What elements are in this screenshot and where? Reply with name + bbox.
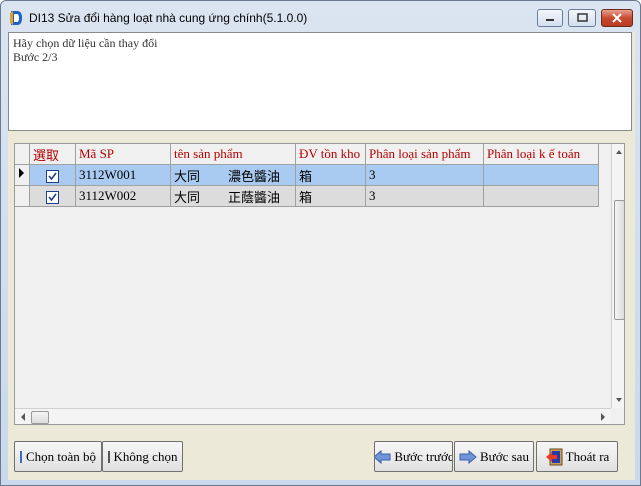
select-cell[interactable] bbox=[29, 164, 76, 186]
client-area: Hãy chọn dữ liệu cần thay đổi Bước 2/3 選… bbox=[8, 32, 635, 480]
select-all-button[interactable]: Chọn toàn bộ bbox=[14, 441, 102, 472]
exit-label: Thoát ra bbox=[565, 448, 610, 464]
scroll-right-icon[interactable] bbox=[597, 409, 609, 425]
col-header-acct[interactable]: Phân loại k ế toán bbox=[483, 144, 599, 165]
exit-button[interactable]: Thoát ra bbox=[536, 441, 618, 472]
checkmark-icon bbox=[48, 193, 57, 201]
previous-step-button[interactable]: Bước trước bbox=[374, 441, 453, 472]
category-cell[interactable]: 3 bbox=[365, 185, 484, 207]
maximize-icon bbox=[577, 13, 588, 22]
checkmark-icon bbox=[48, 172, 57, 180]
select-cell[interactable] bbox=[29, 185, 76, 207]
table-row[interactable]: 3112W001 大同 濃色醬油 箱 3 bbox=[15, 164, 599, 186]
scroll-corner bbox=[611, 408, 624, 424]
table-row[interactable]: 3112W002 大同 正蔭醬油 箱 3 bbox=[15, 185, 599, 207]
acct-cell[interactable] bbox=[483, 185, 599, 207]
vertical-scroll-thumb[interactable] bbox=[614, 200, 624, 320]
col-header-select[interactable]: 選取 bbox=[29, 144, 76, 165]
uncheck-icon bbox=[107, 450, 110, 463]
row-checkbox[interactable] bbox=[46, 190, 59, 204]
next-step-label: Bước sau bbox=[480, 448, 529, 464]
name-cell[interactable]: 大同 濃色醬油 bbox=[170, 164, 296, 186]
vertical-scrollbar[interactable] bbox=[611, 144, 625, 408]
app-logo-icon bbox=[10, 11, 22, 25]
checklist-icon bbox=[19, 450, 22, 463]
arrow-right-icon bbox=[459, 449, 477, 464]
app-window: DI13 Sửa đổi hàng loạt nhà cung ứng chín… bbox=[0, 0, 641, 486]
horizontal-scroll-thumb[interactable] bbox=[31, 411, 49, 424]
scroll-up-icon[interactable] bbox=[612, 146, 625, 158]
select-none-label: Không chọn bbox=[113, 448, 178, 464]
next-step-button[interactable]: Bước sau bbox=[454, 441, 534, 472]
grid-table: 選取 Mã SP tên sản phẩm ĐV tồn kho Phân lo… bbox=[15, 144, 599, 207]
horizontal-scrollbar[interactable] bbox=[15, 408, 611, 425]
minimize-button[interactable] bbox=[537, 9, 563, 27]
caret-right-icon bbox=[19, 168, 24, 178]
data-grid[interactable]: 選取 Mã SP tên sản phẩm ĐV tồn kho Phân lo… bbox=[14, 143, 625, 425]
row-indicator bbox=[15, 185, 30, 207]
acct-cell[interactable] bbox=[483, 164, 599, 186]
arrow-left-icon bbox=[375, 449, 391, 464]
previous-step-label: Bước trước bbox=[394, 448, 453, 464]
name-part-brand: 大同 bbox=[174, 189, 201, 205]
grid-header-row: 選取 Mã SP tên sản phẩm ĐV tồn kho Phân lo… bbox=[15, 144, 599, 165]
col-header-code[interactable]: Mã SP bbox=[75, 144, 171, 165]
name-part-brand: 大同 bbox=[174, 168, 201, 184]
exit-door-icon bbox=[545, 448, 563, 465]
row-indicator-header bbox=[15, 144, 30, 165]
unit-cell[interactable]: 箱 bbox=[295, 185, 366, 207]
select-all-label: Chọn toàn bộ bbox=[25, 448, 97, 464]
col-header-unit[interactable]: ĐV tồn kho bbox=[295, 144, 366, 165]
unit-cell[interactable]: 箱 bbox=[295, 164, 366, 186]
window-title: DI13 Sửa đổi hàng loạt nhà cung ứng chín… bbox=[29, 11, 308, 25]
name-cell[interactable]: 大同 正蔭醬油 bbox=[170, 185, 296, 207]
current-row-indicator bbox=[15, 164, 30, 186]
title-bar[interactable]: DI13 Sửa đổi hàng loạt nhà cung ứng chín… bbox=[1, 1, 640, 33]
name-part-product: 濃色醬油 bbox=[228, 168, 281, 184]
instruction-box: Hãy chọn dữ liệu cần thay đổi Bước 2/3 bbox=[8, 32, 632, 131]
instruction-text: Hãy chọn dữ liệu cần thay đổi bbox=[13, 36, 158, 50]
close-button[interactable] bbox=[601, 9, 633, 27]
code-cell[interactable]: 3112W001 bbox=[75, 164, 171, 186]
step-indicator: Bước 2/3 bbox=[13, 50, 58, 64]
scroll-down-icon[interactable] bbox=[612, 394, 625, 406]
col-header-name[interactable]: tên sản phẩm bbox=[170, 144, 296, 165]
name-part-product: 正蔭醬油 bbox=[228, 189, 281, 205]
row-checkbox[interactable] bbox=[46, 169, 59, 183]
maximize-button[interactable] bbox=[568, 9, 596, 27]
select-none-button[interactable]: Không chọn bbox=[102, 441, 183, 472]
close-icon bbox=[612, 13, 622, 23]
col-header-category[interactable]: Phân loại sản phẩm bbox=[365, 144, 484, 165]
category-cell[interactable]: 3 bbox=[365, 164, 484, 186]
scroll-left-icon[interactable] bbox=[17, 409, 29, 425]
minimize-icon bbox=[546, 19, 554, 21]
code-cell[interactable]: 3112W002 bbox=[75, 185, 171, 207]
